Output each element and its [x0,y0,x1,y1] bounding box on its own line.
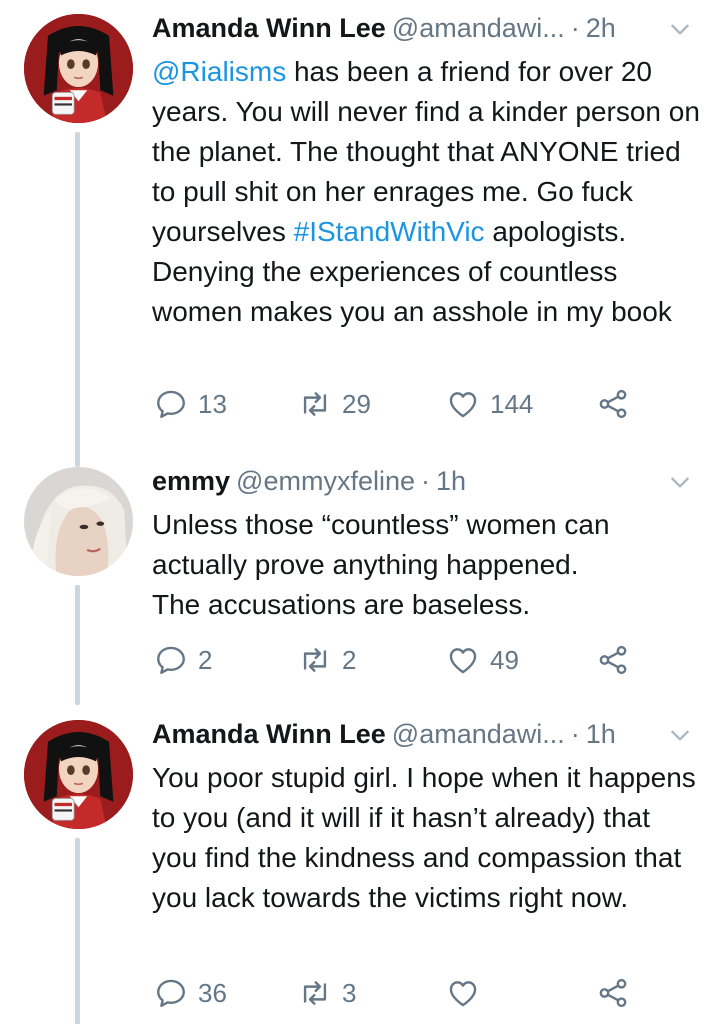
tweet-text: You poor stupid girl. I hope when it hap… [152,762,704,913]
tweet-text: Unless those “countless” women can actua… [152,509,610,620]
tweet-3[interactable]: Amanda Winn Lee @amandawi... · 1h You po… [0,718,721,1024]
retweet-count: 3 [342,977,357,1008]
like-count: 49 [490,644,519,675]
chevron-down-icon[interactable] [667,469,693,495]
separator: · [570,719,580,749]
tweet-header: Amanda Winn Lee @amandawi... · 2h [152,12,701,46]
retweet-button[interactable]: 3 [298,976,356,1010]
reply-button[interactable]: 13 [154,387,227,421]
separator: · [421,466,431,496]
share-icon [596,976,630,1010]
chevron-down-icon[interactable] [667,16,693,42]
retweet-icon [298,387,332,421]
reply-count: 2 [198,644,213,675]
reply-count: 36 [198,977,227,1008]
retweet-icon [298,643,332,677]
author-name[interactable]: Amanda Winn Lee [152,718,386,750]
retweet-count: 29 [342,388,371,419]
author-name[interactable]: emmy [152,465,230,497]
retweet-icon [298,976,332,1010]
chevron-down-icon[interactable] [667,722,693,748]
mention-link[interactable]: @Rialisms [152,56,286,87]
reply-icon [154,643,188,677]
hashtag-link[interactable]: #IStandWithVic [294,216,485,247]
share-button[interactable] [596,387,630,421]
avatar[interactable] [24,720,133,829]
avatar[interactable] [24,467,133,576]
heart-icon [446,387,480,421]
tweet-2[interactable]: emmy @emmyxfeline · 1h Unless those “cou… [0,465,721,705]
reply-icon [154,387,188,421]
author-handle[interactable]: @amandawi... [392,718,565,750]
retweet-count: 2 [342,644,357,675]
author-name[interactable]: Amanda Winn Lee [152,12,386,44]
avatar[interactable] [24,14,133,123]
reply-button[interactable]: 2 [154,643,212,677]
author-handle[interactable]: @amandawi... [392,12,565,44]
reply-button[interactable]: 36 [154,976,227,1010]
heart-icon [446,976,480,1010]
action-bar: 2 2 49 [0,643,721,683]
share-icon [596,643,630,677]
share-button[interactable] [596,976,630,1010]
timestamp[interactable]: 2h [586,12,616,44]
like-count: 144 [490,388,534,419]
reply-count: 13 [198,388,227,419]
retweet-button[interactable]: 2 [298,643,356,677]
retweet-button[interactable]: 29 [298,387,371,421]
like-button[interactable]: 144 [446,387,533,421]
like-button[interactable] [446,976,490,1010]
like-button[interactable]: 49 [446,643,519,677]
tweet-1[interactable]: Amanda Winn Lee @amandawi... · 2h @Riali… [0,12,721,467]
timestamp[interactable]: 1h [586,718,616,750]
reply-icon [154,976,188,1010]
tweet-header: Amanda Winn Lee @amandawi... · 1h [152,718,701,752]
timestamp[interactable]: 1h [436,465,466,497]
separator: · [570,13,580,43]
tweet-text: @Rialisms has been a friend for over 20 … [152,52,701,332]
tweet-header: emmy @emmyxfeline · 1h [152,465,701,499]
share-button[interactable] [596,643,630,677]
share-icon [596,387,630,421]
action-bar: 13 29 144 [0,387,721,427]
author-handle[interactable]: @emmyxfeline [236,465,415,497]
heart-icon [446,643,480,677]
action-bar: 36 3 [0,976,721,1016]
